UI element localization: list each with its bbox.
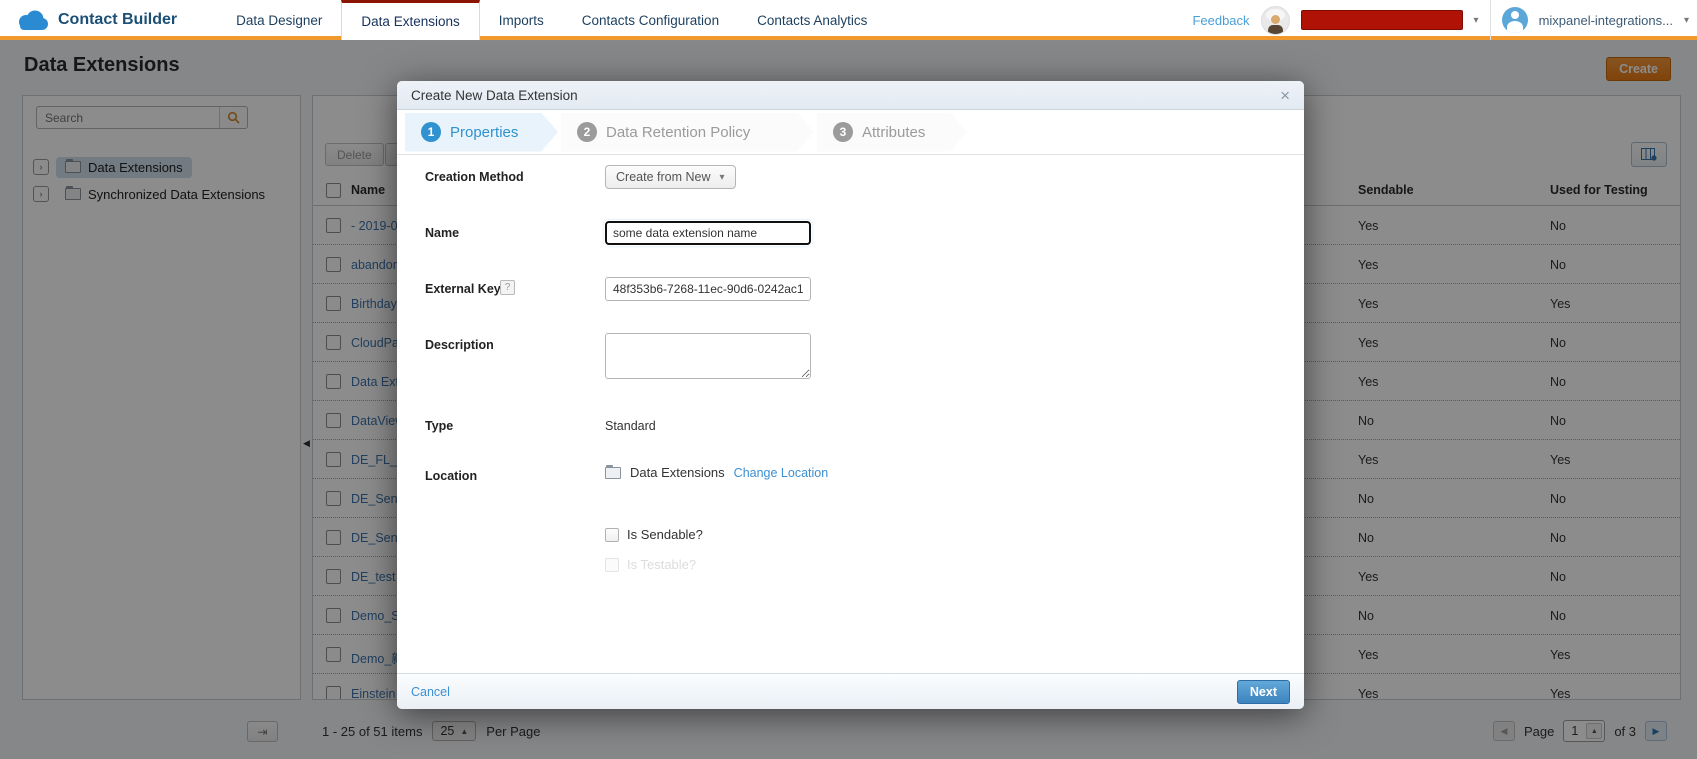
account-name: mixpanel-integrations...	[1539, 13, 1673, 28]
einstein-avatar[interactable]	[1261, 6, 1290, 35]
type-value: Standard	[605, 419, 656, 433]
top-nav: Contact Builder Data Designer Data Exten…	[0, 0, 1697, 40]
is-sendable-checkbox[interactable]: Is Sendable?	[605, 527, 703, 542]
next-button[interactable]: Next	[1237, 680, 1290, 704]
step-attributes[interactable]: 3 Attributes	[817, 113, 967, 152]
modal-title: Create New Data Extension	[411, 88, 578, 103]
cancel-link[interactable]: Cancel	[411, 685, 450, 699]
external-key-label: External Key	[425, 282, 501, 296]
chevron-down-icon: ▾	[719, 172, 724, 183]
account-chevron-down-icon[interactable]: ▾	[1684, 15, 1689, 26]
help-icon[interactable]: ?	[500, 280, 515, 295]
create-data-extension-modal: Create New Data Extension × 1 Properties…	[397, 81, 1304, 709]
tab-data-designer[interactable]: Data Designer	[217, 0, 341, 40]
wizard-steps: 1 Properties 2 Data Retention Policy 3 A…	[397, 110, 1304, 155]
nav-right: Feedback ▾ mixpanel-integrations... ▾	[1192, 0, 1697, 40]
app-brand: Contact Builder	[0, 0, 217, 40]
checkbox-icon	[605, 558, 619, 572]
checkbox-icon	[605, 528, 619, 542]
modal-footer: Cancel Next	[397, 673, 1304, 709]
type-label: Type	[425, 419, 453, 433]
creation-method-dropdown[interactable]: Create from New ▾	[605, 165, 736, 189]
name-input[interactable]	[605, 221, 811, 245]
feedback-link[interactable]: Feedback	[1192, 13, 1249, 28]
step-data-retention-policy[interactable]: 2 Data Retention Policy	[561, 113, 814, 152]
description-label: Description	[425, 338, 494, 352]
chevron-down-icon[interactable]: ▾	[1474, 15, 1479, 26]
modal-body: Creation Method Create from New ▾ Name E…	[397, 156, 1304, 673]
tab-data-extensions[interactable]: Data Extensions	[341, 0, 479, 40]
app-title: Contact Builder	[58, 11, 177, 29]
close-icon[interactable]: ×	[1280, 87, 1290, 104]
step-properties[interactable]: 1 Properties	[405, 113, 558, 152]
external-key-input[interactable]	[605, 277, 811, 301]
location-value: Data Extensions	[630, 465, 725, 480]
user-avatar-icon[interactable]	[1502, 7, 1528, 33]
folder-icon	[605, 467, 621, 479]
modal-header: Create New Data Extension ×	[397, 81, 1304, 110]
is-testable-checkbox: Is Testable?	[605, 557, 696, 572]
name-label: Name	[425, 226, 459, 240]
creation-method-label: Creation Method	[425, 170, 524, 184]
redacted-account-badge[interactable]	[1301, 10, 1463, 30]
description-textarea[interactable]	[605, 333, 811, 379]
nav-divider	[1490, 0, 1491, 40]
location-label: Location	[425, 469, 477, 483]
cloud-logo-icon	[15, 10, 49, 31]
nav-tabs: Data Designer Data Extensions Imports Co…	[217, 0, 886, 40]
tab-contacts-configuration[interactable]: Contacts Configuration	[563, 0, 738, 40]
tab-contacts-analytics[interactable]: Contacts Analytics	[738, 0, 886, 40]
tab-imports[interactable]: Imports	[480, 0, 563, 40]
change-location-link[interactable]: Change Location	[734, 466, 829, 480]
